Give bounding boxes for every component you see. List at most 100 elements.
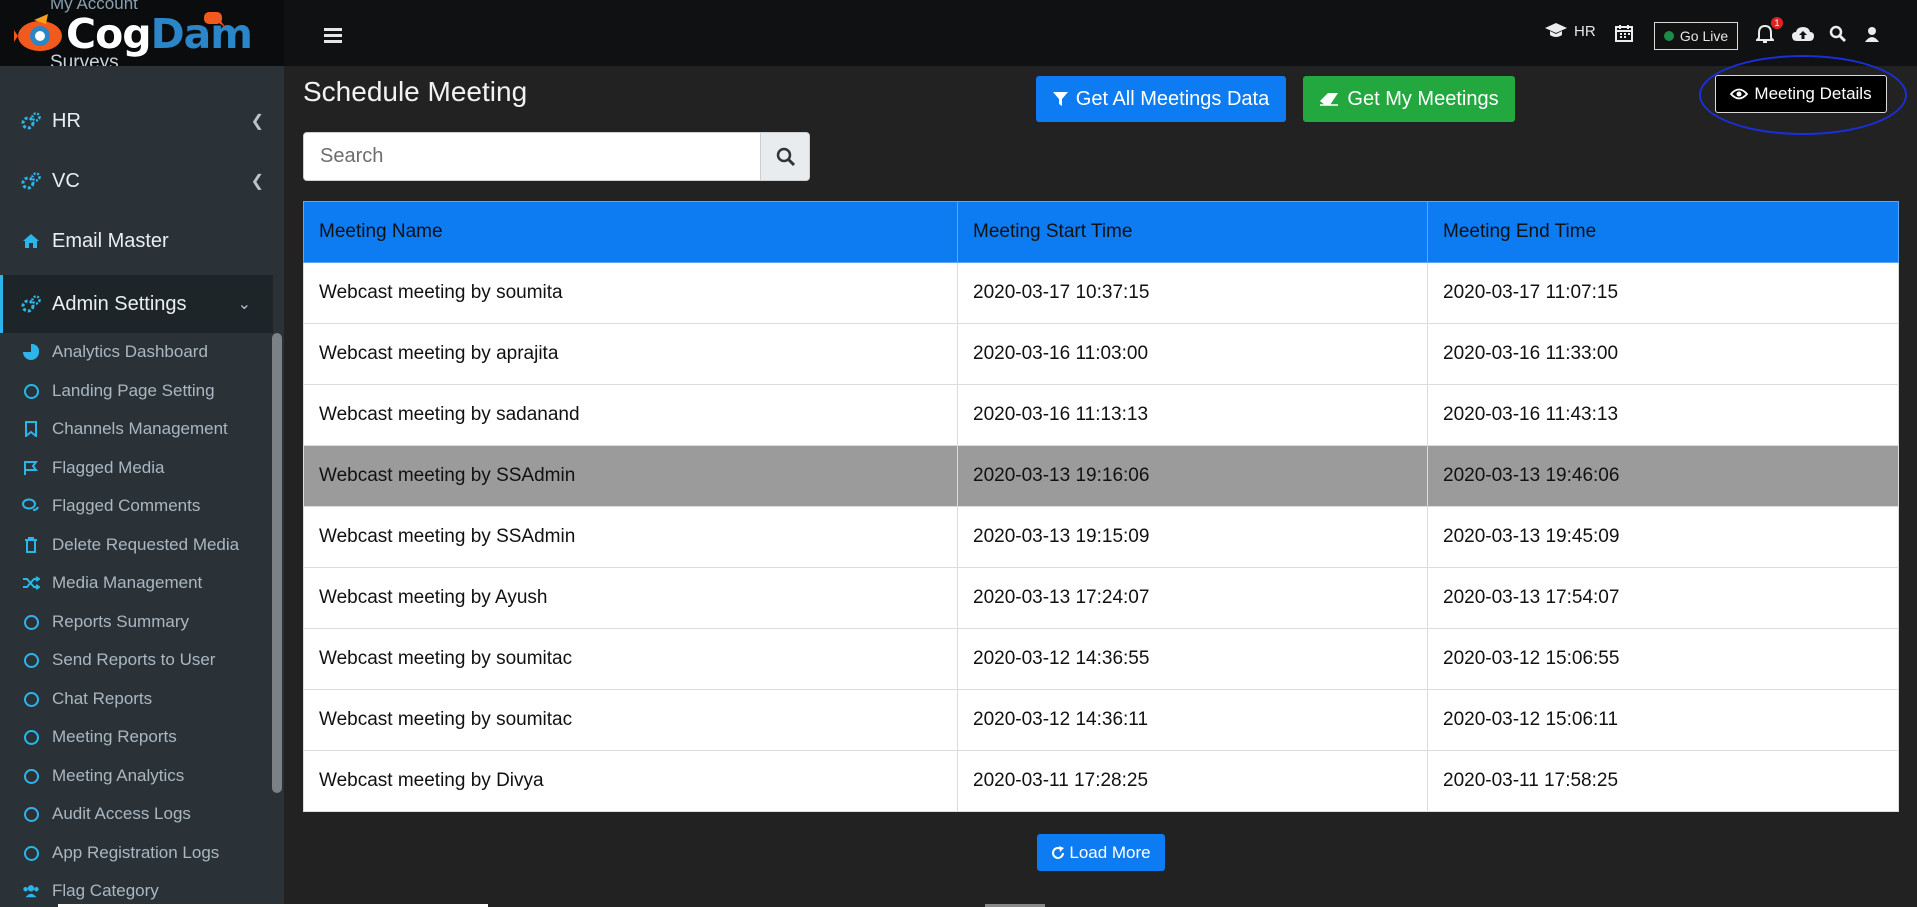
sidebar-subitem-label: Send Reports to User — [52, 650, 216, 669]
sidebar-subitem-send-reports-to-user[interactable]: Send Reports to User — [0, 644, 270, 676]
sidebar-subitem-analytics-dashboard[interactable]: Analytics Dashboard — [0, 336, 270, 368]
get-my-meetings-button[interactable]: Get My Meetings — [1303, 76, 1515, 122]
chat-bubble-logo-icon — [204, 12, 226, 28]
sidebar-subitem-channels-management[interactable]: Channels Management — [0, 413, 270, 445]
sidebar-subitem-audit-access-logs[interactable]: Audit Access Logs — [0, 798, 270, 830]
circle-icon — [22, 691, 40, 707]
circle-icon — [22, 845, 40, 861]
sidebar-subitem-reports-summary[interactable]: Reports Summary — [0, 606, 270, 638]
search-button[interactable] — [760, 133, 809, 180]
cloud-upload-icon[interactable] — [1791, 26, 1815, 47]
load-more-label: Load More — [1069, 842, 1151, 862]
sidebar-item-hr[interactable]: HR ❮ — [0, 95, 270, 147]
start-time-cell: 2020-03-17 10:37:15 — [957, 262, 1428, 324]
logo-bar: My Account CogDam Surveys — [0, 0, 284, 66]
end-time-cell: 2020-03-17 11:07:15 — [1427, 262, 1899, 324]
sidebar-subitem-label: Audit Access Logs — [52, 804, 191, 823]
meeting-name-cell: Webcast meeting by SSAdmin — [303, 445, 958, 507]
column-header-end-time[interactable]: Meeting End Time — [1427, 201, 1899, 263]
circle-icon — [22, 383, 40, 399]
search-input[interactable] — [304, 133, 760, 180]
end-time-cell: 2020-03-16 11:43:13 — [1427, 384, 1899, 446]
gears-icon — [20, 172, 42, 190]
table-row[interactable]: Webcast meeting by SSAdmin 2020-03-13 19… — [303, 506, 1899, 568]
start-time-cell: 2020-03-12 14:36:55 — [957, 628, 1428, 690]
column-header-meeting-name[interactable]: Meeting Name — [303, 201, 958, 263]
circle-icon — [22, 652, 40, 668]
table-row[interactable]: Webcast meeting by Divya 2020-03-11 17:2… — [303, 750, 1899, 812]
sidebar-subitem-landing-page-setting[interactable]: Landing Page Setting — [0, 375, 270, 407]
sidebar-item-vc[interactable]: VC ❮ — [0, 155, 270, 207]
search-icon — [776, 147, 796, 166]
start-time-cell: 2020-03-13 17:24:07 — [957, 567, 1428, 629]
get-all-meetings-label: Get All Meetings Data — [1075, 87, 1270, 110]
chevron-left-icon: ❮ — [250, 113, 264, 130]
sidebar-subitem-label: Chat Reports — [52, 689, 153, 708]
table-row[interactable]: Webcast meeting by soumitac 2020-03-12 1… — [303, 628, 1899, 690]
sidebar-subitem-flagged-media[interactable]: Flagged Media — [0, 452, 270, 484]
logo-text-dam: Dam — [150, 10, 253, 58]
hr-module-link[interactable]: HR — [1544, 22, 1596, 40]
user-icon[interactable] — [1864, 26, 1880, 47]
circle-icon — [22, 768, 40, 784]
sidebar-subitem-delete-requested-media[interactable]: Delete Requested Media — [0, 529, 270, 561]
table-row[interactable]: Webcast meeting by Ayush 2020-03-13 17:2… — [303, 567, 1899, 629]
chevron-down-icon: ⌄ — [237, 296, 251, 313]
sidebar-subitem-label: Flag Category — [52, 881, 159, 900]
filter-icon — [1052, 91, 1068, 107]
circle-icon — [22, 806, 40, 822]
sidebar-item-label: HR — [52, 109, 81, 132]
sidebar-subitem-label: Meeting Reports — [52, 727, 177, 746]
table-row[interactable]: Webcast meeting by soumita 2020-03-17 10… — [303, 262, 1899, 324]
circle-icon — [22, 614, 40, 630]
hamburger-menu-icon[interactable] — [324, 28, 342, 43]
bell-icon[interactable] — [1754, 24, 1776, 49]
table-row[interactable]: Webcast meeting by aprajita 2020-03-16 1… — [303, 323, 1899, 385]
column-header-start-time[interactable]: Meeting Start Time — [957, 201, 1428, 263]
sidebar-subitem-label: Flagged Media — [52, 458, 165, 477]
end-time-cell: 2020-03-11 17:58:25 — [1427, 750, 1899, 812]
eraser-icon — [1319, 92, 1339, 106]
sidebar-item-label: Admin Settings — [52, 292, 187, 315]
meetings-table: Meeting Name Meeting Start Time Meeting … — [303, 201, 1899, 812]
table-row[interactable]: Webcast meeting by sadanand 2020-03-16 1… — [303, 384, 1899, 446]
sidebar-subitem-flag-category[interactable]: Flag Category — [0, 875, 270, 907]
get-all-meetings-button[interactable]: Get All Meetings Data — [1036, 76, 1286, 122]
logo-text-cog: Cog — [66, 10, 152, 58]
meeting-name-cell: Webcast meeting by SSAdmin — [303, 506, 958, 568]
fish-logo-icon — [14, 14, 62, 51]
sidebar-subitem-media-management[interactable]: Media Management — [0, 567, 270, 599]
refresh-icon — [1051, 845, 1065, 860]
sidebar-subitem-label: Meeting Analytics — [52, 766, 185, 785]
sidebar-subitem-label: App Registration Logs — [52, 843, 220, 862]
sidebar-scrollbar-thumb[interactable] — [272, 333, 282, 793]
table-row-selected[interactable]: Webcast meeting by SSAdmin 2020-03-13 19… — [303, 445, 1899, 507]
meeting-name-cell: Webcast meeting by aprajita — [303, 323, 958, 385]
table-row[interactable]: Webcast meeting by soumitac 2020-03-12 1… — [303, 689, 1899, 751]
page-title: Schedule Meeting — [303, 76, 528, 107]
load-more-button[interactable]: Load More — [1037, 834, 1165, 871]
sidebar-subitem-label: Flagged Comments — [52, 496, 201, 515]
sidebar-subitem-app-registration-logs[interactable]: App Registration Logs — [0, 837, 270, 869]
sidebar-subitem-meeting-reports[interactable]: Meeting Reports — [0, 721, 270, 753]
end-time-cell: 2020-03-16 11:33:00 — [1427, 323, 1899, 385]
go-live-button[interactable]: Go Live — [1654, 22, 1738, 50]
end-time-cell: 2020-03-13 17:54:07 — [1427, 567, 1899, 629]
end-time-cell: 2020-03-13 19:46:06 — [1427, 445, 1899, 507]
sidebar-item-admin-settings[interactable]: Admin Settings ⌄ — [0, 275, 273, 333]
meeting-name-cell: Webcast meeting by soumitac — [303, 689, 958, 751]
calendar-icon[interactable] — [1615, 24, 1633, 47]
end-time-cell: 2020-03-12 15:06:11 — [1427, 689, 1899, 751]
sidebar-item-email-master[interactable]: Email Master — [0, 215, 270, 267]
annotation-circle — [1699, 55, 1907, 135]
start-time-cell: 2020-03-16 11:13:13 — [957, 384, 1428, 446]
circle-icon — [22, 729, 40, 745]
meeting-name-cell: Webcast meeting by soumitac — [303, 628, 958, 690]
sidebar-subitem-meeting-analytics[interactable]: Meeting Analytics — [0, 760, 270, 792]
start-time-cell: 2020-03-11 17:28:25 — [957, 750, 1428, 812]
start-time-cell: 2020-03-13 19:15:09 — [957, 506, 1428, 568]
search-icon[interactable] — [1829, 25, 1847, 48]
sidebar-subitem-flagged-comments[interactable]: Flagged Comments — [0, 490, 270, 522]
get-my-meetings-label: Get My Meetings — [1347, 87, 1499, 110]
sidebar-subitem-chat-reports[interactable]: Chat Reports — [0, 683, 270, 715]
